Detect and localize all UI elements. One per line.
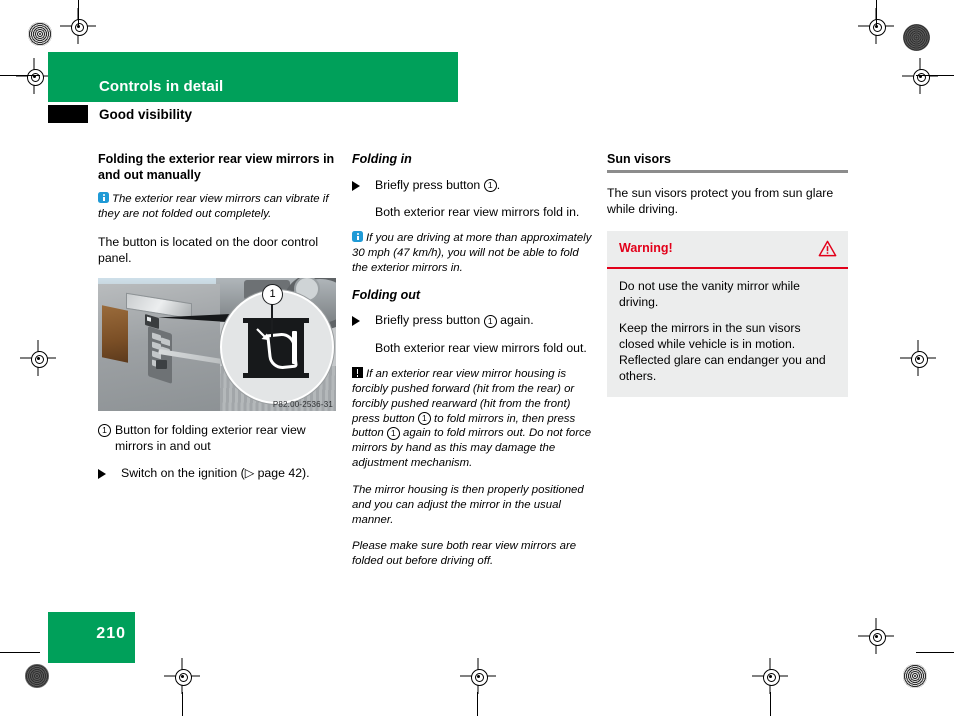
step-folding-in-suffix: . bbox=[496, 177, 501, 192]
page-number: 210 bbox=[96, 625, 126, 642]
figure-window-switch bbox=[161, 336, 170, 346]
figure-mirror-fold-button-enlarged bbox=[243, 317, 309, 378]
registration-mark-top-left-inner bbox=[16, 58, 52, 94]
figure-door-control-panel: 1 P82.00-2536-31 bbox=[98, 277, 336, 411]
registration-mark-bottom-right-inner bbox=[858, 618, 894, 654]
step-folding-out-prefix: Briefly press button bbox=[375, 313, 481, 328]
cut-line-bottom-left-h bbox=[0, 652, 40, 653]
note-mirror-housing-positioned: The mirror housing is then properly posi… bbox=[352, 483, 584, 526]
cut-line-top-left-h bbox=[0, 75, 40, 76]
section-thumb-tab bbox=[48, 105, 88, 123]
halftone-patch-top-left bbox=[28, 22, 52, 46]
section-title: Good visibility bbox=[99, 107, 193, 122]
note-mirror-housing-caution: If an exterior rear view mirror housing … bbox=[352, 367, 594, 471]
step-folding-in-prefix: Briefly press button bbox=[375, 177, 481, 192]
legend-number-badge: 1 bbox=[98, 424, 111, 438]
warning-paragraph-1: Do not use the vanity mirror while drivi… bbox=[619, 279, 800, 310]
registration-mark-right-center bbox=[900, 340, 936, 376]
figure-seat-memory-button bbox=[156, 359, 167, 369]
paragraph-sun-visors: The sun visors protect you from sun glar… bbox=[607, 185, 834, 216]
paragraph-button-location: The button is located on the door contro… bbox=[98, 234, 319, 266]
result-folding-in: Both exterior rear view mirrors fold in. bbox=[375, 204, 580, 219]
cut-line-bottom-right-h bbox=[916, 652, 954, 653]
step-arrow-icon bbox=[352, 316, 360, 327]
figure-callout-leader-line bbox=[271, 302, 273, 339]
result-folding-out: Both exterior rear view mirrors fold out… bbox=[375, 340, 587, 355]
warning-title: Warning! bbox=[619, 241, 673, 256]
info-icon bbox=[98, 192, 109, 204]
step-arrow-icon bbox=[98, 469, 106, 480]
caution-icon bbox=[352, 367, 363, 379]
halftone-patch-bottom-right bbox=[903, 664, 927, 688]
step-switch-on-ignition-text: Switch on the ignition (▷ page 42). bbox=[121, 466, 310, 481]
halftone-patch-top-right bbox=[903, 24, 930, 51]
step-folding-in: Briefly press button 1. bbox=[352, 177, 594, 193]
note-speed-limit-text: If you are driving at more than approxim… bbox=[352, 232, 592, 274]
note-mirror-vibrate: The exterior rear view mirrors can vibra… bbox=[98, 192, 336, 222]
heading-sun-visors: Sun visors bbox=[607, 152, 671, 166]
warning-box: Warning! Do not use the vanity mirror wh… bbox=[607, 231, 848, 397]
figure-wood-trim bbox=[102, 304, 128, 363]
column-right: Sun visors The sun visors protect you fr… bbox=[607, 152, 848, 397]
step-switch-on-ignition: Switch on the ignition (▷ page 42). bbox=[98, 465, 336, 481]
inline-number-badge: 1 bbox=[417, 412, 431, 426]
inline-number-badge: 1 bbox=[483, 314, 497, 328]
cut-line-bottom-center-v bbox=[477, 692, 478, 716]
note-folded-out-before-driving: Please make sure both rear view mirrors … bbox=[352, 540, 577, 568]
cut-line-bottom-right-v bbox=[770, 692, 771, 716]
step-folding-out: Briefly press button 1 again. bbox=[352, 312, 594, 328]
registration-mark-top-right-inner bbox=[902, 58, 938, 94]
figure-window-switch bbox=[152, 331, 161, 341]
legend-item-text: Button for folding exterior rear view mi… bbox=[115, 422, 306, 453]
warning-box-body: Do not use the vanity mirror while drivi… bbox=[607, 269, 848, 397]
cut-line-top-right-v bbox=[876, 0, 877, 26]
step-folding-out-suffix: again. bbox=[500, 313, 534, 328]
chapter-title: Controls in detail bbox=[99, 78, 224, 95]
figure-magnified-callout: 1 bbox=[220, 283, 334, 404]
step-arrow-icon bbox=[352, 180, 360, 191]
fold-direction-arrow-icon bbox=[256, 327, 268, 340]
inline-number-badge: 1 bbox=[483, 179, 497, 193]
section-rule bbox=[607, 169, 848, 173]
registration-mark-left-center bbox=[20, 340, 56, 376]
warning-triangle-icon bbox=[818, 240, 837, 257]
note-speed-limit: If you are driving at more than approxim… bbox=[352, 231, 594, 275]
heading-folding-out: Folding out bbox=[352, 287, 421, 302]
warning-box-header: Warning! bbox=[607, 231, 848, 270]
registration-mark-bottom-left-outer bbox=[164, 658, 200, 694]
registration-mark-bottom-right-outer bbox=[752, 658, 788, 694]
halftone-patch-bottom-left bbox=[25, 664, 49, 688]
info-icon bbox=[352, 231, 363, 243]
cut-line-top-right-h bbox=[916, 75, 954, 76]
mirror-fold-glyph-bar-icon bbox=[292, 330, 297, 364]
note-mirror-vibrate-text: The exterior rear view mirrors can vibra… bbox=[98, 193, 329, 221]
heading-folding-manually: Folding the exterior rear view mirrors i… bbox=[98, 152, 335, 182]
figure-legend-item-1: 1 Button for folding exterior rear view m… bbox=[98, 422, 336, 455]
inline-number-badge: 1 bbox=[386, 426, 400, 440]
figure-callout-number: 1 bbox=[262, 283, 283, 305]
warning-paragraph-2: Keep the mirrors in the sun visors close… bbox=[619, 320, 826, 383]
column-left: Folding the exterior rear view mirrors i… bbox=[98, 152, 336, 493]
figure-part-code: P82.00-2536-31 bbox=[272, 399, 333, 409]
heading-folding-in: Folding in bbox=[352, 152, 412, 166]
column-middle: Folding in Briefly press button 1. Both … bbox=[352, 152, 594, 581]
registration-mark-bottom-center bbox=[460, 658, 496, 694]
page-number-box: 210 bbox=[48, 612, 135, 663]
cut-line-bottom-left-v bbox=[182, 692, 183, 716]
cut-line-top-left-v bbox=[78, 0, 79, 26]
